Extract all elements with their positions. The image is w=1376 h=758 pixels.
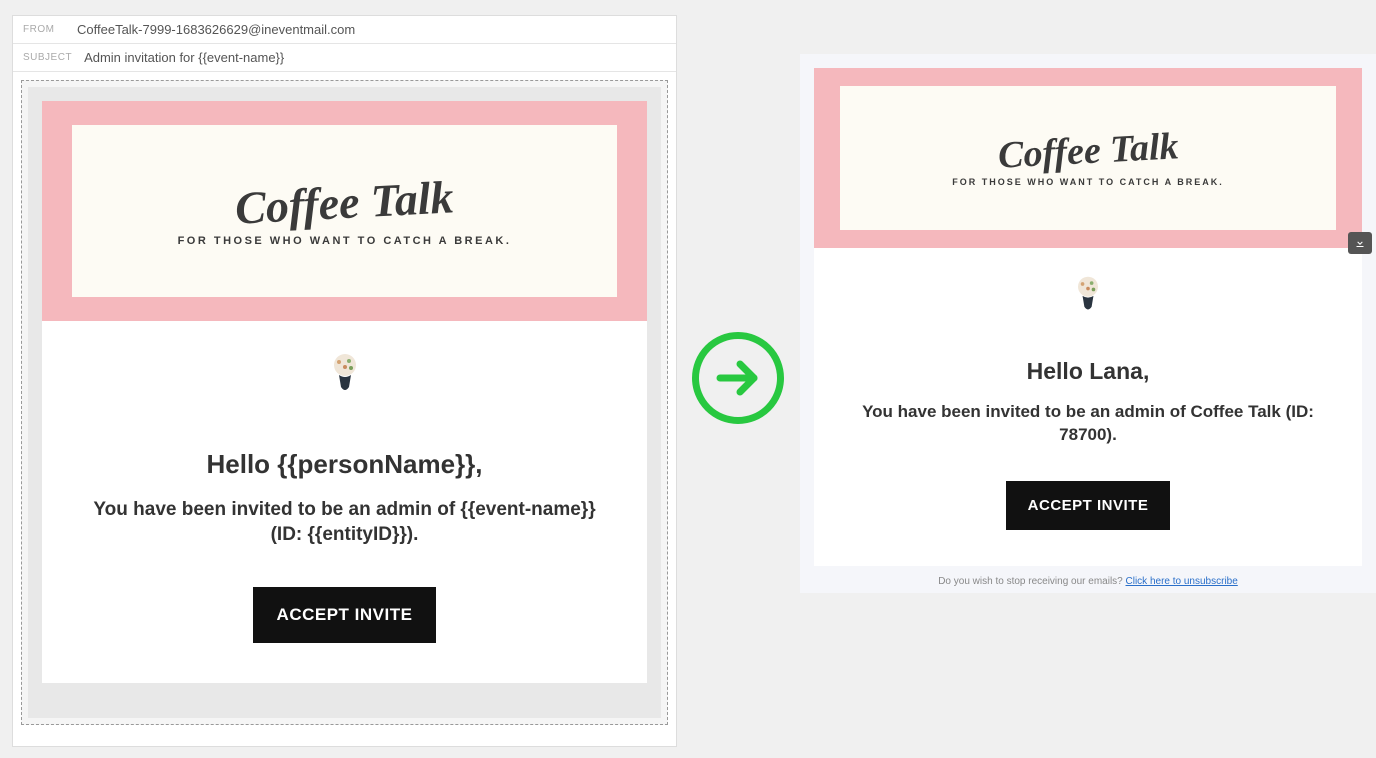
preview-card: Coffee Talk FOR THOSE WHO WANT TO CATCH …	[814, 68, 1362, 566]
download-icon[interactable]	[1348, 232, 1372, 254]
preview-banner: Coffee Talk FOR THOSE WHO WANT TO CATCH …	[814, 68, 1362, 248]
email-banner[interactable]: Coffee Talk FOR THOSE WHO WANT TO CATCH …	[42, 101, 647, 321]
greeting-text: Hello {{personName}},	[82, 449, 607, 480]
preview-banner-inner: Coffee Talk FOR THOSE WHO WANT TO CATCH …	[840, 86, 1336, 230]
logo-icon	[323, 351, 367, 395]
email-editor-panel: FROM CoffeeTalk-7999-1683626629@ineventm…	[12, 15, 677, 747]
subject-value[interactable]: Admin invitation for {{event-name}}	[84, 50, 284, 65]
subject-row: SUBJECT Admin invitation for {{event-nam…	[13, 44, 676, 72]
accept-invite-button[interactable]: ACCEPT INVITE	[253, 587, 437, 643]
preview-logo-icon	[1068, 274, 1108, 314]
editor-canvas[interactable]: Coffee Talk FOR THOSE WHO WANT TO CATCH …	[21, 80, 668, 725]
preview-brand-tagline: FOR THOSE WHO WANT TO CATCH A BREAK.	[952, 177, 1224, 187]
arrow-right-icon	[692, 332, 784, 424]
invite-text: You have been invited to be an admin of …	[82, 498, 607, 547]
from-value[interactable]: CoffeeTalk-7999-1683626629@ineventmail.c…	[77, 22, 355, 37]
preview-accept-button[interactable]: ACCEPT INVITE	[1006, 481, 1171, 530]
footer-question: Do you wish to stop receiving our emails…	[938, 576, 1125, 587]
unsubscribe-footer: Do you wish to stop receiving our emails…	[800, 566, 1376, 593]
from-row: FROM CoffeeTalk-7999-1683626629@ineventm…	[13, 16, 676, 44]
brand-title: Coffee Talk	[234, 170, 455, 234]
preview-brand-title: Coffee Talk	[997, 124, 1180, 177]
email-preview-panel: Coffee Talk FOR THOSE WHO WANT TO CATCH …	[800, 54, 1376, 593]
preview-body: Hello Lana, You have been invited to be …	[814, 248, 1362, 566]
subject-label: SUBJECT	[23, 52, 72, 63]
preview-greeting: Hello Lana,	[844, 358, 1332, 385]
unsubscribe-link[interactable]: Click here to unsubscribe	[1126, 576, 1238, 587]
preview-invite-text: You have been invited to be an admin of …	[844, 401, 1332, 447]
editor-content: Coffee Talk FOR THOSE WHO WANT TO CATCH …	[28, 87, 661, 718]
email-body[interactable]: Hello {{personName}}, You have been invi…	[42, 321, 647, 683]
brand-tagline: FOR THOSE WHO WANT TO CATCH A BREAK.	[178, 235, 512, 247]
banner-inner: Coffee Talk FOR THOSE WHO WANT TO CATCH …	[72, 125, 617, 297]
from-label: FROM	[23, 24, 65, 35]
